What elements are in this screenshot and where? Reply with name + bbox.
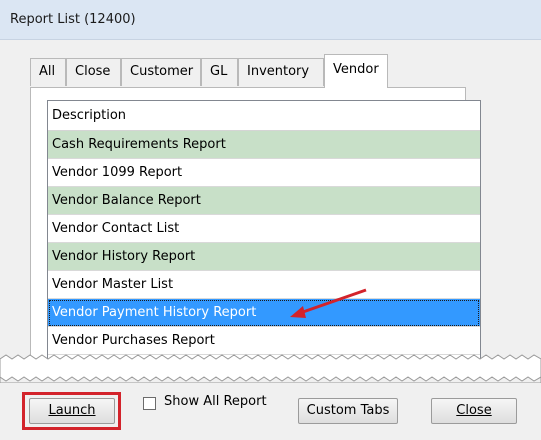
launch-highlight-box: [22, 392, 121, 430]
close-label: Close: [456, 403, 492, 418]
custom-tabs-button[interactable]: Custom Tabs: [298, 398, 398, 424]
show-all-label[interactable]: Show All Report: [164, 394, 267, 409]
close-button[interactable]: Close: [431, 398, 517, 424]
report-list-window: Report List (12400) All Close Customer G…: [0, 0, 541, 440]
show-all-checkbox[interactable]: [143, 397, 156, 410]
torn-edge: [0, 354, 541, 383]
tab-vendor[interactable]: Vendor: [324, 54, 388, 88]
custom-tabs-label: Custom Tabs: [306, 403, 390, 418]
